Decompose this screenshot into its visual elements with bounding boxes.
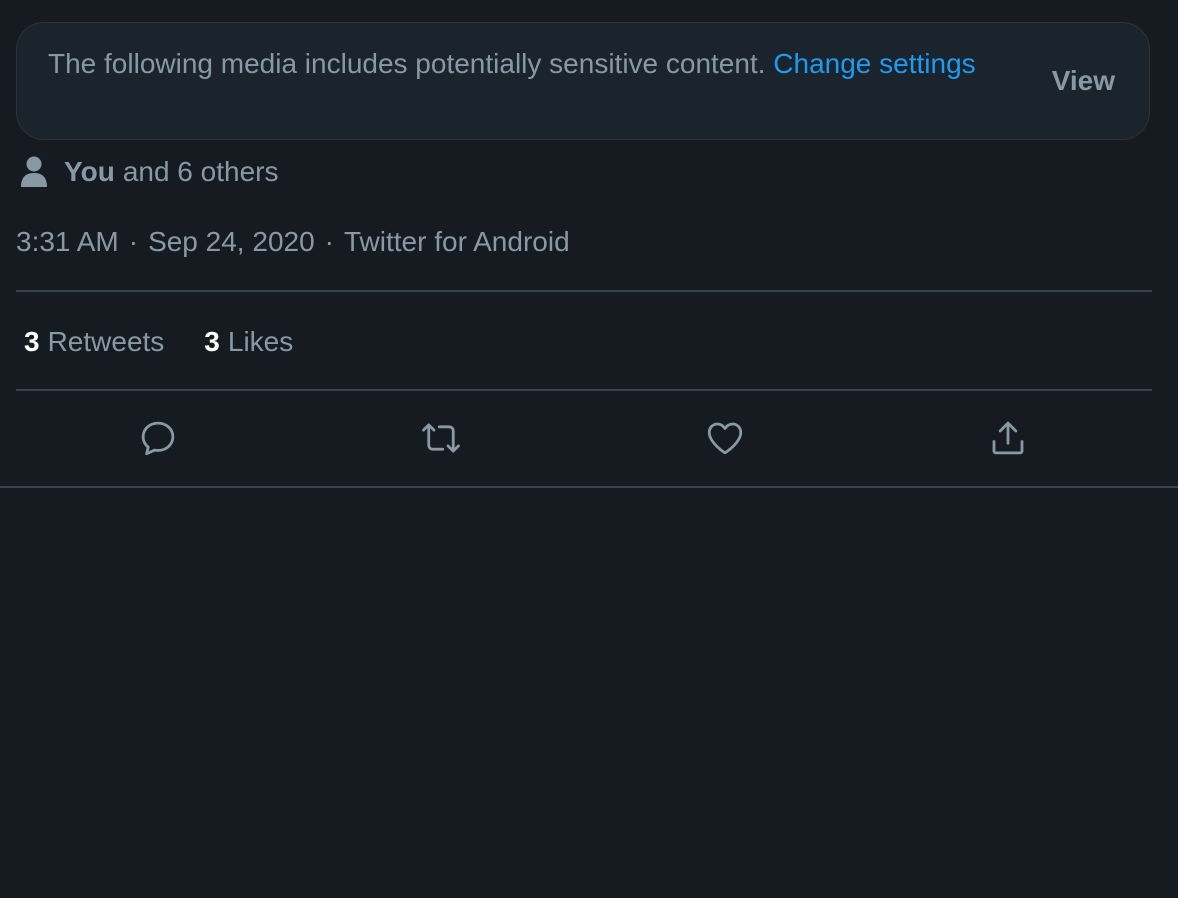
tweet-time[interactable]: 3:31 AM [16,226,119,257]
person-icon [20,156,48,188]
tagged-you: You [64,156,115,187]
share-icon [987,417,1029,464]
retweet-icon [420,417,462,464]
tagged-others: and 6 others [122,156,279,187]
tweet-detail: The following media includes potentially… [0,0,1178,488]
like-button[interactable] [703,418,747,462]
likes-label: Likes [227,326,294,357]
tweet-meta: 3:31 AM · Sep 24, 2020 · Twitter for Android [16,222,570,262]
view-button[interactable]: View [1052,65,1115,97]
sensitive-notice-text: The following media includes potentially… [48,45,988,83]
reply-icon [137,417,179,464]
page: The following media includes potentially… [0,0,1178,898]
divider [16,290,1152,292]
retweets-stat[interactable]: 3 Retweets [24,326,164,358]
tweet-date[interactable]: Sep 24, 2020 [148,226,315,257]
divider [16,389,1152,391]
meta-separator: · [128,226,139,257]
sensitive-notice-message: The following media includes potentially… [48,48,766,79]
sensitive-content-notice: The following media includes potentially… [16,22,1150,140]
change-settings-link[interactable]: Change settings [773,48,975,79]
tweet-stats: 3 Retweets 3 Likes [24,322,333,362]
retweets-label: Retweets [47,326,165,357]
likes-count: 3 [204,326,220,357]
tagged-people[interactable]: You and 6 others [20,152,278,192]
retweets-count: 3 [24,326,40,357]
likes-stat[interactable]: 3 Likes [204,326,293,358]
retweet-button[interactable] [419,418,463,462]
tweet-source[interactable]: Twitter for Android [344,226,570,257]
like-icon [704,417,746,464]
meta-separator: · [324,226,334,257]
tweet-actions [16,392,1152,486]
share-button[interactable] [986,418,1030,462]
reply-button[interactable] [136,418,180,462]
